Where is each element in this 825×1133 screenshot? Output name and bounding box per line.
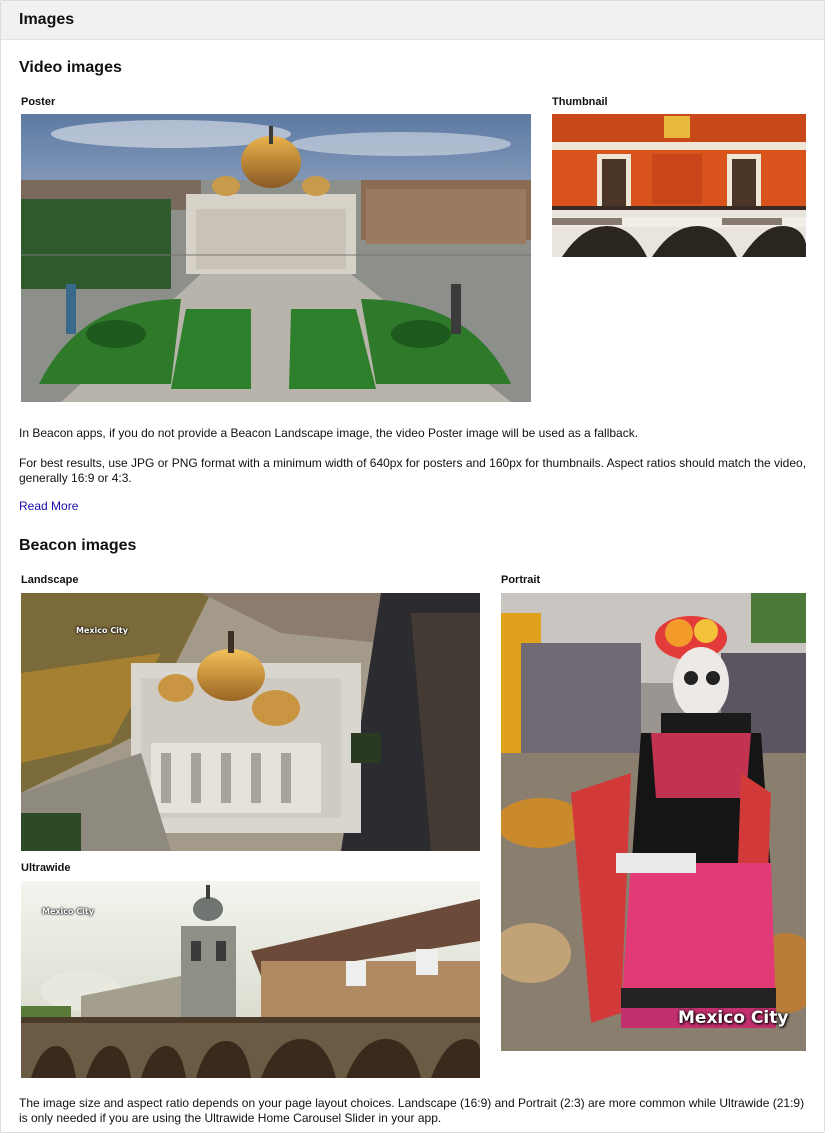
landscape-watermark: Mexico City <box>76 626 128 635</box>
ultrawide-watermark: Mexico City <box>42 907 94 916</box>
format-guidance-text: For best results, use JPG or PNG format … <box>19 456 807 485</box>
panel-header: Images <box>1 1 824 40</box>
video-images-heading: Video images <box>19 59 122 76</box>
panel-title: Images <box>19 11 75 28</box>
thumbnail-image[interactable] <box>552 114 806 257</box>
ultrawide-label: Ultrawide <box>21 862 71 874</box>
portrait-label: Portrait <box>501 574 541 586</box>
beacon-images-heading: Beacon images <box>19 537 137 554</box>
portrait-image[interactable] <box>501 593 806 1051</box>
aspect-ratio-text: The image size and aspect ratio depends … <box>19 1096 805 1125</box>
thumbnail-label: Thumbnail <box>552 96 608 108</box>
poster-image[interactable] <box>21 114 531 402</box>
poster-label: Poster <box>21 96 56 108</box>
poster-fallback-text: In Beacon apps, if you do not provide a … <box>19 426 639 440</box>
read-more-link[interactable]: Read More <box>19 499 78 513</box>
images-panel: Images Video images Poster Thumbnail In … <box>0 0 825 1133</box>
portrait-watermark: Mexico City <box>678 1008 789 1028</box>
landscape-label: Landscape <box>21 574 79 586</box>
